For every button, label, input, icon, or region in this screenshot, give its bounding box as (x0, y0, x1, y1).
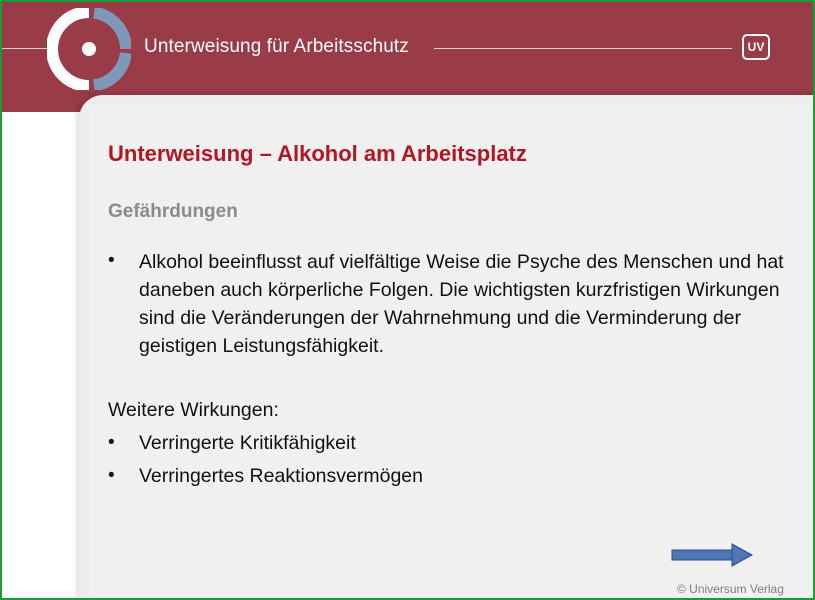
slide-title: Unterweisung – Alkohol am Arbeitsplatz (108, 141, 527, 166)
bullet-icon: • (108, 432, 115, 453)
list-item: Verringerte Kritikfähigkeit (139, 432, 356, 454)
right-arrow-icon[interactable] (670, 543, 754, 567)
list-item: Verringertes Reaktionsvermögen (139, 465, 423, 487)
uv-badge: UV (742, 34, 770, 60)
left-margin (2, 112, 79, 598)
copyright-text: © Universum Verlag (677, 582, 784, 596)
screenshot-frame: Unterweisung für Arbeitsschutz UV Unterw… (0, 0, 815, 600)
banner-rule-right (434, 48, 732, 49)
intro-paragraph: Alkohol beeinflusst auf vielfältige Weis… (139, 251, 784, 357)
bullet-icon: • (108, 465, 115, 486)
section-heading: Gefährdungen (108, 201, 238, 222)
header-title: Unterweisung für Arbeitsschutz (144, 36, 409, 57)
banner-rule-left (2, 48, 52, 49)
further-effects-label: Weitere Wirkungen: (108, 399, 279, 421)
uv-circle-logo-icon (47, 8, 131, 90)
bullet-icon: • (108, 250, 115, 271)
